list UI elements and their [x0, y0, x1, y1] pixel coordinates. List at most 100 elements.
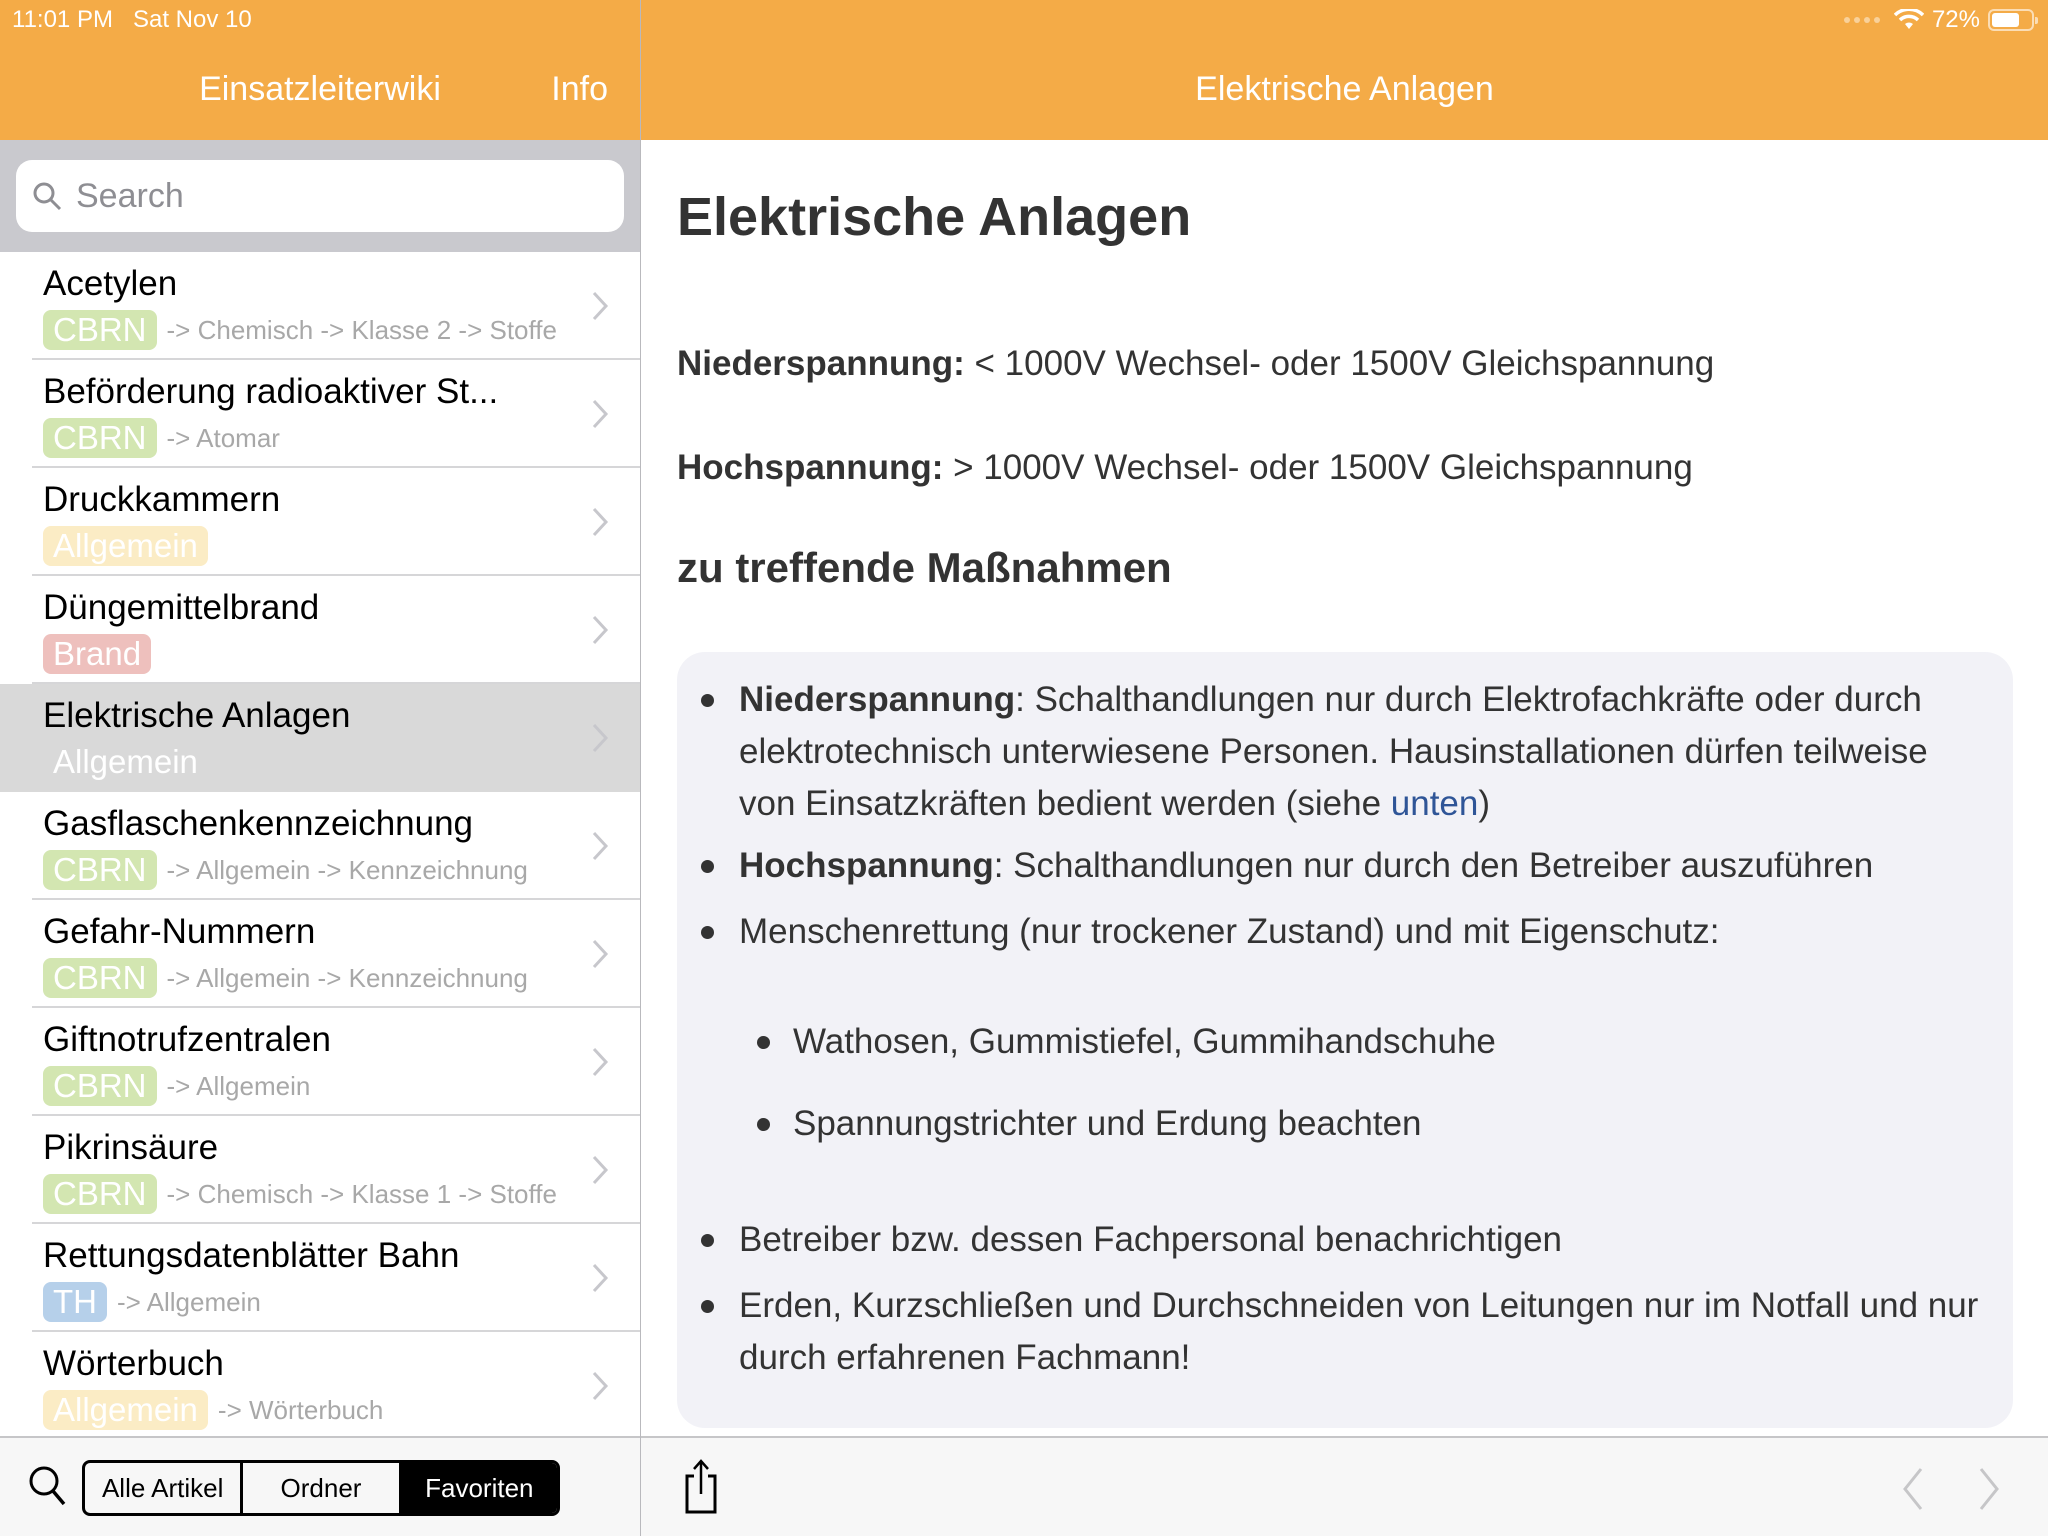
category-tag: Allgemein [43, 1390, 208, 1430]
category-path: -> Atomar [166, 422, 280, 453]
article-name: Gefahr-Nummern [43, 912, 316, 951]
article-meta: CBRN -> Allgemein -> Kennzeichnung [43, 850, 528, 890]
article-name: Elektrische Anlagen [43, 696, 351, 735]
list-item: Niederspannung: Schalthandlungen nur dur… [701, 674, 1989, 830]
article-row[interactable]: Acetylen CBRN -> Chemisch -> Klasse 2 -> … [0, 252, 640, 360]
article-meta: CBRN -> Chemisch -> Klasse 1 -> Stoffe [43, 1174, 557, 1214]
article-name: Acetylen [43, 264, 178, 303]
tab-ordner[interactable]: Ordner [243, 1463, 402, 1513]
chevron-right-icon [592, 615, 609, 645]
status-bar: 11:01 PM Sat Nov 10 72% [0, 0, 2048, 40]
category-path: -> Allgemein [117, 1286, 261, 1317]
bullet-text-end: ) [1478, 784, 1491, 823]
chevron-right-icon [592, 1263, 609, 1293]
chevron-right-icon [592, 399, 609, 429]
chevron-right-icon [592, 1371, 609, 1401]
article-row[interactable]: Gefahr-Nummern CBRN -> Allgemein -> Kennz… [0, 900, 640, 1008]
battery-icon [1988, 9, 2038, 31]
article-row[interactable]: Elektrische Anlagen Allgemein [0, 684, 640, 792]
article-list: Acetylen CBRN -> Chemisch -> Klasse 2 -> … [0, 252, 640, 1440]
article-row[interactable]: Düngemittelbrand Brand [0, 576, 640, 684]
article-row[interactable]: Druckkammern Allgemein [0, 468, 640, 576]
chevron-right-icon [592, 291, 609, 321]
article-name: Düngemittelbrand [43, 588, 320, 627]
split-divider [640, 0, 641, 1536]
category-path: -> Allgemein -> Kennzeichnung [166, 962, 528, 993]
category-path: -> Allgemein -> Kennzeichnung [166, 854, 528, 885]
back-chevron-icon[interactable] [1897, 1466, 1927, 1512]
list-item: Erden, Kurzschließen und Durchschneiden … [701, 1280, 1989, 1384]
search-icon [33, 182, 62, 211]
sub-list-item: Wathosen, Gummistiefel, Gummihandschuhe [757, 1016, 2043, 1068]
list-item: Hochspannung: Schalthandlungen nur durch… [701, 840, 1989, 892]
high-voltage-text: > 1000V Wechsel- oder 1500V Gleichspannu… [943, 448, 1693, 487]
article-row[interactable]: Giftnotrufzentralen CBRN -> Allgemein [0, 1008, 640, 1116]
sub-list-item: Spannungstrichter und Erdung beachten [757, 1098, 2043, 1150]
bullet-text: : Schalthandlungen nur durch den Betreib… [993, 846, 1874, 885]
article-row[interactable]: Wörterbuch Allgemein -> Wörterbuch [0, 1332, 640, 1440]
forward-chevron-icon[interactable] [1975, 1466, 2005, 1512]
article-row[interactable]: Beförderung radioaktiver St... CBRN -> At… [0, 360, 640, 468]
category-tag: CBRN [43, 1174, 157, 1214]
chevron-right-icon [592, 723, 609, 753]
battery-percent: 72% [1931, 6, 1980, 33]
article-row[interactable]: Pikrinsäure CBRN -> Chemisch -> Klasse 1 … [0, 1116, 640, 1224]
article-meta: CBRN -> Allgemein -> Kennzeichnung [43, 958, 528, 998]
article-name: Pikrinsäure [43, 1128, 219, 1167]
category-path: -> Chemisch -> Klasse 2 -> Stoffe [166, 314, 557, 345]
category-tag: CBRN [43, 310, 157, 350]
search-area: Search [0, 140, 640, 252]
category-tag: Brand [43, 634, 152, 674]
article-name: Wörterbuch [43, 1344, 224, 1383]
article-name: Gasflaschenkennzeichnung [43, 804, 474, 843]
sidebar-nav-bar: Einsatzleiterwiki Info [0, 40, 640, 140]
article-title: Elektrische Anlagen [677, 187, 1192, 247]
bullet-label: Hochspannung [739, 846, 994, 885]
low-voltage-definition: Niederspannung: < 1000V Wechsel- oder 15… [677, 344, 1714, 384]
article-row[interactable]: Gasflaschenkennzeichnung CBRN -> Allgemei… [0, 792, 640, 900]
info-button[interactable]: Info [551, 70, 608, 109]
high-voltage-definition: Hochspannung: > 1000V Wechsel- oder 1500… [677, 448, 1693, 488]
sidebar-toolbar: Alle Artikel Ordner Favoriten [0, 1436, 640, 1536]
tab-alle-artikel[interactable]: Alle Artikel [85, 1463, 244, 1513]
share-icon[interactable] [679, 1458, 723, 1514]
article-name: Rettungsdatenblätter Bahn [43, 1236, 460, 1275]
chevron-right-icon [592, 939, 609, 969]
detail-nav-title: Elektrische Anlagen [1195, 70, 1494, 108]
article-name: Giftnotrufzentralen [43, 1020, 331, 1059]
chevron-right-icon [592, 1155, 609, 1185]
article-meta: Allgemein [43, 526, 218, 566]
list-item: Betreiber bzw. dessen Fachpersonal benac… [701, 1214, 1989, 1266]
list-item: Menschenrettung (nur trockener Zustand) … [701, 906, 1989, 958]
unten-link[interactable]: unten [1391, 784, 1479, 823]
date-text: Sat Nov 10 [132, 6, 252, 33]
category-tag: TH [43, 1282, 107, 1322]
chevron-right-icon [592, 1047, 609, 1077]
category-path: -> Chemisch -> Klasse 1 -> Stoffe [166, 1178, 557, 1209]
cellular-signal-icon [1843, 17, 1880, 23]
measures-box: Niederspannung: Schalthandlungen nur dur… [677, 652, 2013, 1428]
article-name: Beförderung radioaktiver St... [43, 372, 499, 411]
category-path: -> Wörterbuch [217, 1394, 384, 1425]
search-placeholder: Search [76, 176, 184, 215]
article-meta: Allgemein [43, 742, 218, 782]
search-icon[interactable] [28, 1464, 68, 1508]
tab-favoriten[interactable]: Favoriten [401, 1463, 557, 1513]
detail-nav-bar: Elektrische Anlagen [641, 40, 2048, 140]
article-meta: CBRN -> Allgemein [43, 1066, 310, 1106]
low-voltage-label: Niederspannung: [677, 344, 965, 383]
article-meta: CBRN -> Atomar [43, 418, 280, 458]
category-tag: CBRN [43, 958, 157, 998]
article-meta: CBRN -> Chemisch -> Klasse 2 -> Stoffe [43, 310, 557, 350]
article-meta: TH -> Allgemein [43, 1282, 261, 1322]
article-row[interactable]: Rettungsdatenblätter Bahn TH -> Allgemein [0, 1224, 640, 1332]
category-tag: CBRN [43, 1066, 157, 1106]
low-voltage-text: < 1000V Wechsel- oder 1500V Gleichspannu… [964, 344, 1715, 383]
app-title: Einsatzleiterwiki [199, 70, 441, 108]
search-input[interactable]: Search [16, 160, 624, 232]
category-path: -> Allgemein [166, 1070, 311, 1101]
detail-toolbar [641, 1436, 2048, 1536]
category-tag: Allgemein [43, 526, 208, 566]
chevron-right-icon [592, 507, 609, 537]
category-tag: Allgemein [53, 743, 198, 780]
